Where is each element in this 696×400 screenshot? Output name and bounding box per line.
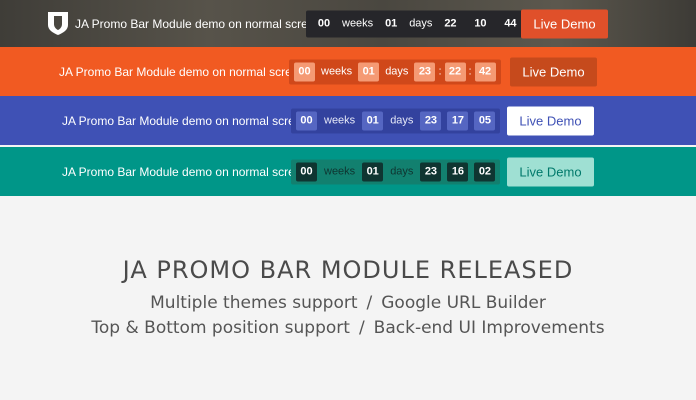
weeks-value: 00 [317,17,331,29]
days-value: 01 [362,162,384,181]
days-label: days [385,65,409,78]
live-demo-button[interactable]: Live Demo [510,57,597,86]
days-label: days [390,114,414,127]
feature-item: Google URL Builder [381,293,546,313]
hours-value: 23 [414,62,436,81]
seconds-value: 02 [474,162,496,181]
promo-bar-indigo: JA Promo Bar Module demo on normal scree… [0,96,696,145]
promo-message: JA Promo Bar Module demo on normal scree… [59,64,306,79]
live-demo-button[interactable]: Live Demo [507,106,594,135]
seconds-value: 05 [474,111,496,130]
feature-item: Back-end UI Improvements [373,318,605,338]
hours-value: 23 [420,162,442,181]
hours-value: 23 [420,111,442,130]
live-demo-button[interactable]: Live Demo [507,157,594,186]
days-label: days [409,17,433,30]
feature-separator: / [358,318,365,338]
days-value: 01 [358,62,380,81]
countdown: 00 weeks 01 days 22 10 44 [306,10,529,37]
countdown: 00 weeks 01 days 23 17 05 [291,108,501,133]
days-label: days [390,165,414,178]
feature-separator: / [366,293,373,313]
seconds-value: 42 [474,62,496,81]
weeks-value: 00 [294,62,315,81]
minutes-value: 17 [447,111,469,130]
promo-message: JA Promo Bar Module demo on normal scree… [62,164,309,179]
time-separator: : [468,65,472,78]
minutes-value: 22 [444,62,466,81]
promo-bar-orange: JA Promo Bar Module demo on normal scree… [0,47,696,96]
weeks-label: weeks [342,17,374,30]
live-demo-button[interactable]: Live Demo [521,9,608,38]
seconds-value: 44 [504,17,517,29]
minutes-value: 10 [474,17,487,29]
shield-logo-icon [48,12,68,35]
days-value: 01 [385,17,398,29]
feature-line: Multiple themes support / Google URL Build… [0,293,696,313]
weeks-label: weeks [324,114,356,127]
countdown: 00 weeks 01 days 23 16 02 [291,159,501,184]
time-separator: : [438,65,442,78]
weeks-label: weeks [324,165,356,178]
weeks-value: 00 [296,162,317,181]
promo-bar-dark: JA Promo Bar Module demo on normal scree… [0,0,696,47]
minutes-value: 16 [447,162,469,181]
feature-item: Multiple themes support [150,293,358,313]
promo-message: JA Promo Bar Module demo on normal scree… [62,113,309,128]
promo-bar-teal: JA Promo Bar Module demo on normal scree… [0,147,696,196]
weeks-value: 00 [296,111,317,130]
hours-value: 22 [444,17,457,29]
weeks-label: weeks [321,65,353,78]
promo-message: JA Promo Bar Module demo on normal scree… [75,16,322,31]
countdown: 00 weeks 01 days 23 : 22 : 42 [289,59,501,84]
days-value: 01 [362,111,384,130]
feature-line: Top & Bottom position support / Back-end U… [0,318,696,338]
release-headline: JA PROMO BAR MODULE RELEASED [122,256,574,284]
feature-item: Top & Bottom position support [91,318,350,338]
